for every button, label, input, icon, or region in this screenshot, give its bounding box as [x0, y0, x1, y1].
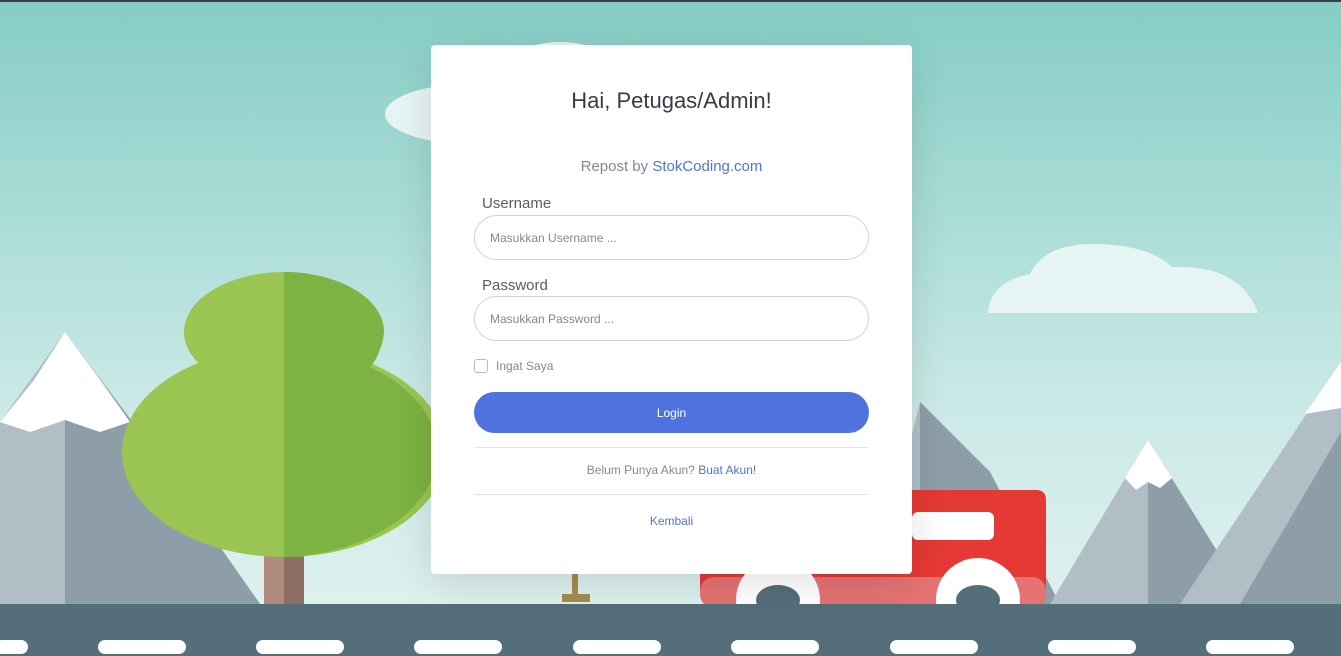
divider-top [474, 447, 869, 448]
password-input[interactable] [474, 296, 869, 341]
username-label: Username [482, 195, 552, 212]
password-label: Password [482, 277, 548, 294]
repost-link[interactable]: StokCoding.com [652, 158, 762, 175]
road [0, 604, 1341, 656]
username-input[interactable] [474, 215, 869, 260]
register-prompt: Belum Punya Akun? [586, 463, 695, 477]
login-button[interactable]: Login [474, 392, 869, 433]
divider-bottom [474, 494, 869, 495]
remember-me[interactable]: Ingat Saya [474, 359, 553, 373]
remember-label: Ingat Saya [496, 359, 554, 373]
register-prompt-line: Belum Punya Akun? Buat Akun! [431, 463, 912, 477]
remember-checkbox[interactable] [474, 359, 488, 373]
page-title: Hai, Petugas/Admin! [571, 88, 772, 113]
back-link-wrapper: Kembali [431, 514, 912, 528]
login-card: Hai, Petugas/Admin! Repost by StokCoding… [431, 45, 912, 574]
back-link[interactable]: Kembali [650, 514, 693, 528]
register-link[interactable]: Buat Akun! [698, 463, 756, 477]
repost-prefix: Repost by [580, 158, 649, 175]
repost-credit: Repost by StokCoding.com [431, 158, 912, 175]
